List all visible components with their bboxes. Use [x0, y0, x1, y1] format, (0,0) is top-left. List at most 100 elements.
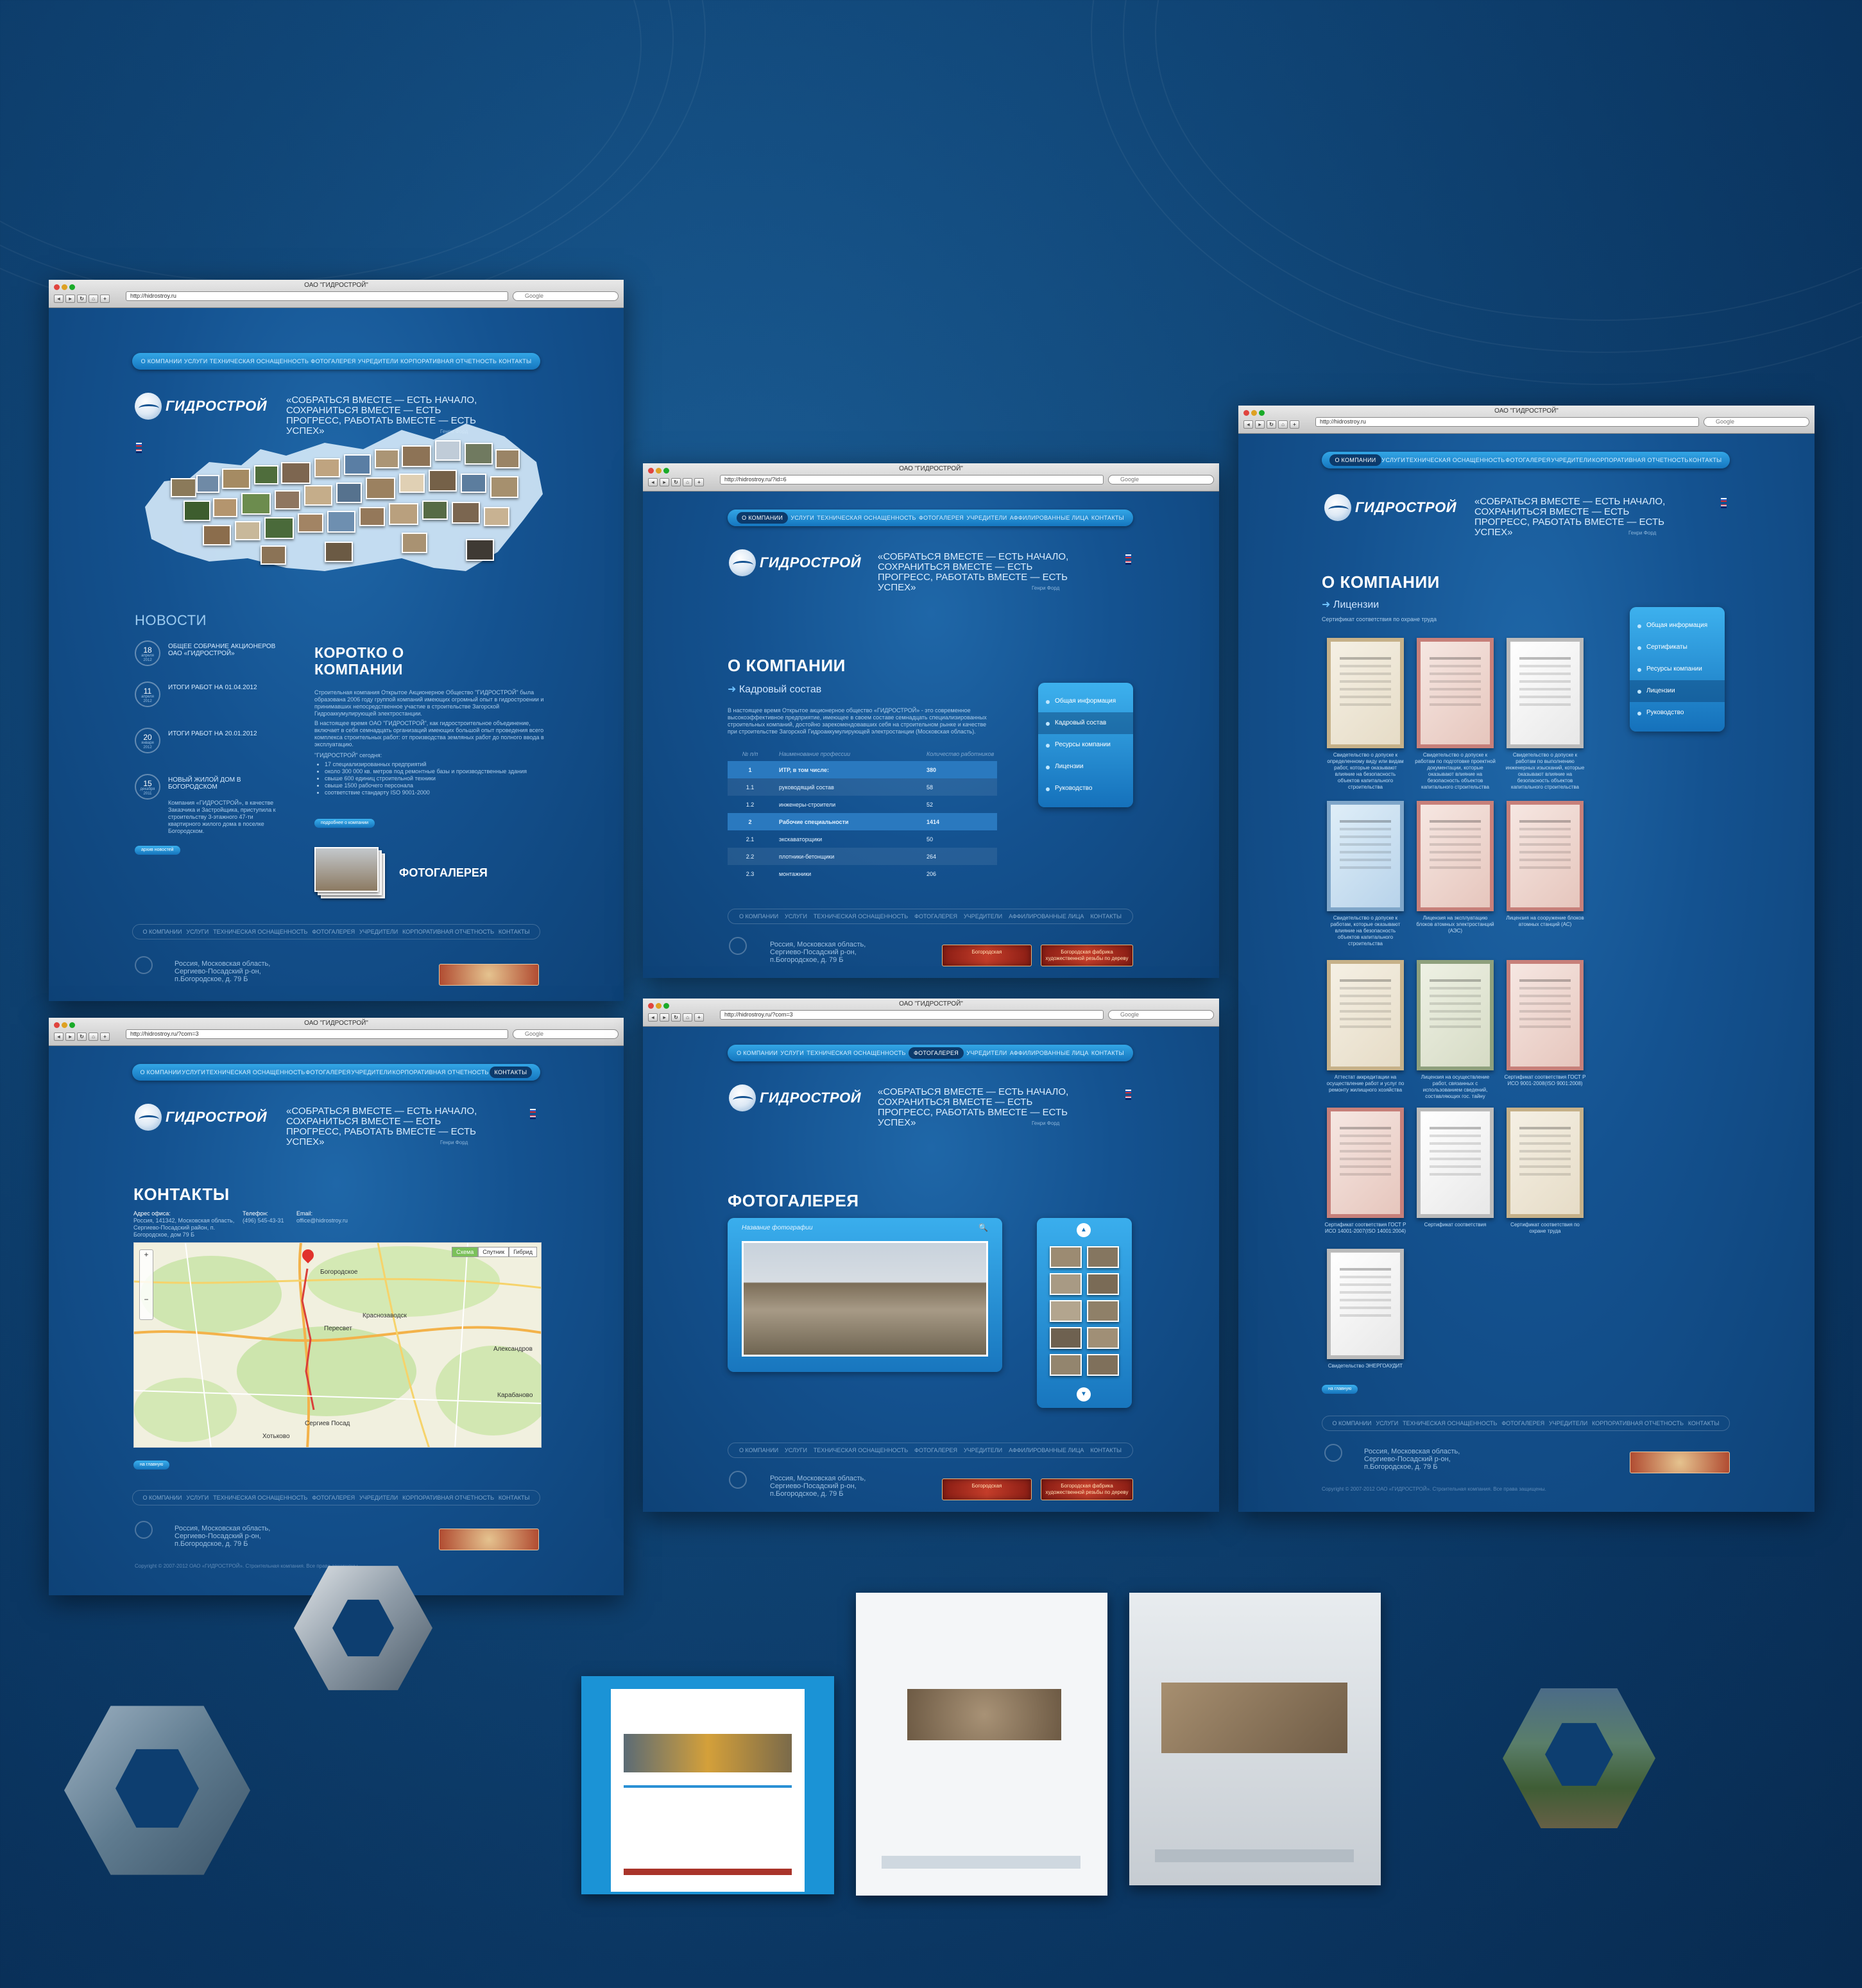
- footer-menu-item[interactable]: АФФИЛИРОВАННЫЕ ЛИЦА: [1009, 913, 1084, 920]
- menu-item[interactable]: УСЛУГИ: [780, 1050, 804, 1056]
- map-type-button[interactable]: Гибрид: [509, 1247, 537, 1257]
- menu-item[interactable]: О КОМПАНИИ: [140, 1069, 181, 1075]
- gallery-thumbnail[interactable]: [1087, 1273, 1119, 1295]
- footer-menu-item[interactable]: КОРПОРАТИВНАЯ ОТЧЕТНОСТЬ: [402, 1495, 494, 1501]
- footer-menu-item[interactable]: О КОМПАНИИ: [739, 913, 778, 920]
- menu-item[interactable]: О КОМПАНИИ: [141, 358, 182, 364]
- footer-menu-item[interactable]: О КОМПАНИИ: [142, 1495, 182, 1501]
- footer-menu-item[interactable]: КОНТАКТЫ: [1688, 1420, 1720, 1427]
- footer-menu-item[interactable]: ТЕХНИЧЕСКАЯ ОСНАЩЕННОСТЬ: [814, 1447, 908, 1453]
- nav-buttons[interactable]: ◂ ▸ ↻ ⌂ +: [1243, 418, 1301, 429]
- menu-item[interactable]: ФОТОГАЛЕРЕЯ: [908, 1047, 964, 1059]
- side-menu-item[interactable]: Общая информация: [1630, 615, 1725, 637]
- menu-item[interactable]: УЧРЕДИТЕЛИ: [358, 358, 398, 364]
- footer-menu-item[interactable]: УЧРЕДИТЕЛИ: [964, 1447, 1002, 1453]
- menu-item[interactable]: ТЕХНИЧЕСКАЯ ОСНАЩЕННОСТЬ: [807, 1050, 905, 1056]
- certificate-image[interactable]: [1417, 1108, 1494, 1218]
- news-headline[interactable]: ИТОГИ РАБОТ НА 01.04.2012: [168, 681, 257, 691]
- menu-item[interactable]: КОРПОРАТИВНАЯ ОТЧЕТНОСТЬ: [393, 1069, 489, 1075]
- location-map[interactable]: + − Схема Спутник Гибрид Пересвет Красноз…: [133, 1242, 542, 1448]
- scroll-up-icon[interactable]: ▲: [1077, 1223, 1091, 1237]
- back-home-button[interactable]: на главную: [1322, 1385, 1358, 1394]
- menu-item[interactable]: АФФИЛИРОВАННЫЕ ЛИЦА: [1010, 1050, 1089, 1056]
- menu-item[interactable]: КОНТАКТЫ: [489, 1067, 533, 1078]
- menu-item[interactable]: КОНТАКТЫ: [1091, 515, 1124, 521]
- footer-menu-item[interactable]: УСЛУГИ: [186, 1495, 209, 1501]
- footer-menu-item[interactable]: ФОТОГАЛЕРЕЯ: [914, 913, 957, 920]
- news-item[interactable]: 20 января 2012 ИТОГИ РАБОТ НА 20.01.2012: [135, 728, 289, 753]
- search-field[interactable]: Google: [1108, 475, 1214, 484]
- footer-menu-item[interactable]: КОНТАКТЫ: [499, 1495, 530, 1501]
- news-archive-button[interactable]: архив новостей: [135, 846, 180, 855]
- menu-item[interactable]: УЧРЕДИТЕЛИ: [966, 515, 1007, 521]
- menu-item[interactable]: ТЕХНИЧЕСКАЯ ОСНАЩЕННОСТЬ: [1406, 457, 1505, 463]
- site-logo[interactable]: ГИДРОСТРОЙ: [729, 1084, 861, 1111]
- partner-banner[interactable]: [439, 964, 539, 986]
- menu-item[interactable]: ТЕХНИЧЕСКАЯ ОСНАЩЕННОСТЬ: [817, 515, 916, 521]
- certificate-image[interactable]: [1417, 960, 1494, 1070]
- footer-menu-item[interactable]: ТЕХНИЧЕСКАЯ ОСНАЩЕННОСТЬ: [814, 913, 908, 920]
- certificate-image[interactable]: [1417, 638, 1494, 748]
- gallery-thumbnail[interactable]: [1087, 1300, 1119, 1322]
- gallery-thumbnail[interactable]: [1050, 1246, 1082, 1268]
- menu-item[interactable]: КОРПОРАТИВНАЯ ОТЧЕТНОСТЬ: [400, 358, 497, 364]
- news-headline[interactable]: ИТОГИ РАБОТ НА 20.01.2012: [168, 728, 257, 737]
- gallery-link[interactable]: ФОТОГАЛЕРЕЯ: [399, 866, 488, 880]
- search-field[interactable]: Google: [1704, 417, 1809, 427]
- map-type-button[interactable]: Схема: [452, 1247, 479, 1257]
- footer-menu-item[interactable]: ТЕХНИЧЕСКАЯ ОСНАЩЕННОСТЬ: [213, 929, 307, 935]
- news-headline[interactable]: НОВЫЙ ЖИЛОЙ ДОМ В БОГОРОДСКОМ: [168, 774, 289, 791]
- menu-item[interactable]: ФОТОГАЛЕРЕЯ: [305, 1069, 350, 1075]
- footer-menu-item[interactable]: КОНТАКТЫ: [1090, 913, 1122, 920]
- nav-buttons[interactable]: ◂ ▸ ↻ ⌂ +: [648, 1011, 706, 1022]
- address-bar[interactable]: http://hidrostroy.ru/?id=6: [720, 475, 1104, 484]
- footer-menu-item[interactable]: УЧРЕДИТЕЛИ: [359, 1495, 398, 1501]
- search-field[interactable]: Google: [513, 291, 619, 301]
- language-flags[interactable]: [530, 1109, 536, 1122]
- gallery-thumb-stack[interactable]: [314, 847, 385, 898]
- menu-item[interactable]: ТЕХНИЧЕСКАЯ ОСНАЩЕННОСТЬ: [210, 358, 309, 364]
- menu-item[interactable]: ТЕХНИЧЕСКАЯ ОСНАЩЕННОСТЬ: [206, 1069, 305, 1075]
- footer-menu-item[interactable]: ФОТОГАЛЕРЕЯ: [312, 929, 355, 935]
- side-menu-item[interactable]: Ресурсы компании: [1630, 658, 1725, 680]
- side-menu-item[interactable]: Лицензии: [1630, 680, 1725, 702]
- address-bar[interactable]: http://hidrostroy.ru/?com=3: [720, 1010, 1104, 1020]
- news-item[interactable]: 18 апреля 2012 ОБЩЕЕ СОБРАНИЕ АКЦИОНЕРОВ О…: [135, 640, 289, 666]
- menu-item[interactable]: УЧРЕДИТЕЛИ: [1551, 457, 1591, 463]
- map-type-button[interactable]: Спутник: [478, 1247, 509, 1257]
- footer-menu-item[interactable]: КОРПОРАТИВНАЯ ОТЧЕТНОСТЬ: [402, 929, 494, 935]
- menu-item[interactable]: АФФИЛИРОВАННЫЕ ЛИЦА: [1010, 515, 1089, 521]
- contact-email[interactable]: Email: office@hidrostroy.ru: [296, 1210, 373, 1224]
- partner-banner[interactable]: [439, 1529, 539, 1550]
- map-zoom-control[interactable]: + −: [139, 1249, 153, 1320]
- address-bar[interactable]: http://hidrostroy.ru/?com=3: [126, 1029, 508, 1039]
- side-menu-item[interactable]: Руководство: [1630, 702, 1725, 724]
- menu-item[interactable]: КОНТАКТЫ: [1689, 457, 1722, 463]
- partner-banner[interactable]: Богородская: [942, 945, 1032, 966]
- menu-item[interactable]: КОНТАКТЫ: [499, 358, 531, 364]
- menu-item[interactable]: О КОМПАНИИ: [737, 1050, 778, 1056]
- side-menu-item[interactable]: Сертификаты: [1630, 637, 1725, 658]
- footer-menu-item[interactable]: УЧРЕДИТЕЛИ: [964, 913, 1002, 920]
- certificate-image[interactable]: [1327, 638, 1404, 748]
- address-bar[interactable]: http://hidrostroy.ru: [126, 291, 508, 301]
- footer-menu-item[interactable]: КОНТАКТЫ: [1090, 1447, 1122, 1453]
- partner-banner[interactable]: Богородская: [942, 1478, 1032, 1500]
- footer-menu-item[interactable]: УСЛУГИ: [1376, 1420, 1398, 1427]
- main-photo[interactable]: [742, 1241, 988, 1357]
- menu-item[interactable]: УСЛУГИ: [790, 515, 814, 521]
- gallery-thumbnail[interactable]: [1050, 1273, 1082, 1295]
- gallery-thumbnail[interactable]: [1087, 1327, 1119, 1349]
- footer-menu-item[interactable]: УЧРЕДИТЕЛИ: [1549, 1420, 1587, 1427]
- partner-banner[interactable]: [1630, 1452, 1730, 1473]
- menu-item[interactable]: УСЛУГИ: [184, 358, 208, 364]
- side-menu-item[interactable]: Кадровый состав: [1038, 712, 1133, 734]
- footer-menu-item[interactable]: О КОМПАНИИ: [142, 929, 182, 935]
- site-logo[interactable]: ГИДРОСТРОЙ: [1324, 494, 1456, 521]
- side-menu-item[interactable]: Общая информация: [1038, 690, 1133, 712]
- footer-menu-item[interactable]: УЧРЕДИТЕЛИ: [359, 929, 398, 935]
- footer-menu-item[interactable]: УСЛУГИ: [785, 913, 807, 920]
- footer-menu-item[interactable]: О КОМПАНИИ: [1332, 1420, 1371, 1427]
- certificate-image[interactable]: [1507, 1108, 1584, 1218]
- language-flags[interactable]: [1125, 554, 1131, 567]
